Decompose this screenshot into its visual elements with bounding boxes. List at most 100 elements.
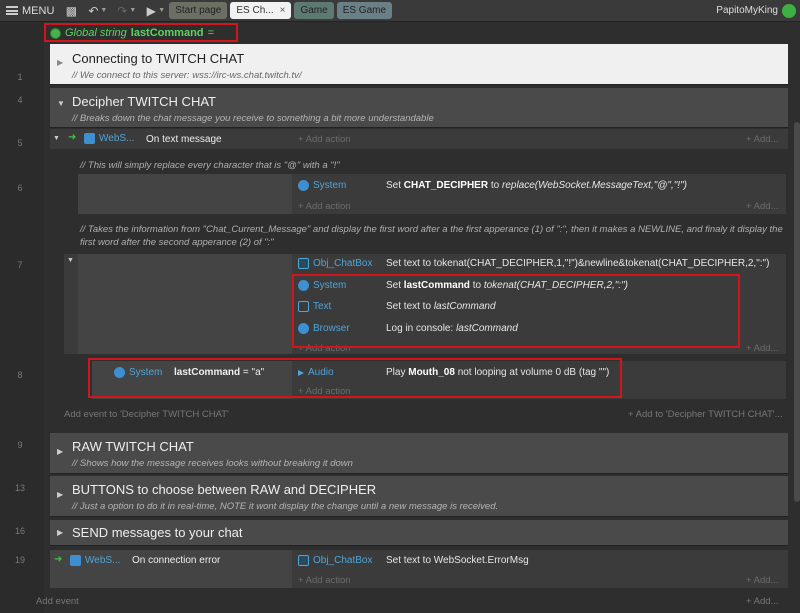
redo-dropdown-icon[interactable]: ▼: [129, 7, 136, 14]
system-icon: [298, 280, 309, 291]
tab-es-chat[interactable]: ES Ch... ×: [230, 2, 292, 19]
menu-label: MENU: [22, 4, 55, 17]
expand-arrow-icon[interactable]: ▶: [57, 490, 63, 499]
action-object[interactable]: System: [298, 180, 346, 191]
system-icon: [298, 180, 309, 191]
tab-label: Start page: [175, 5, 222, 16]
action-text[interactable]: Set CHAT_DECIPHER to replace(WebSocket.M…: [386, 180, 687, 191]
group-comment: // Breaks down the chat message you rece…: [72, 113, 434, 124]
global-var-prefix: Global string: [65, 27, 127, 39]
add-more-button[interactable]: + Add...: [746, 343, 779, 354]
event-comment[interactable]: // Takes the information from "Chat_Curr…: [80, 223, 786, 249]
object-name: System: [129, 367, 163, 378]
add-more-button[interactable]: + Add...: [746, 575, 779, 586]
group-decipher[interactable]: ▼ Decipher TWITCH CHAT // Breaks down th…: [50, 88, 788, 128]
add-action-button[interactable]: + Add action: [298, 386, 351, 397]
object-name: Browser: [313, 323, 350, 334]
vertical-scrollbar[interactable]: [794, 122, 800, 502]
condition-object[interactable]: WebS...: [70, 555, 120, 566]
play-dropdown-icon[interactable]: ▼: [158, 7, 165, 14]
undo-dropdown-icon[interactable]: ▼: [100, 7, 107, 14]
event-row-5[interactable]: ▼ ➜ WebS... On text message + Add action…: [50, 129, 788, 149]
action-object[interactable]: Browser: [298, 323, 350, 334]
event-sheet[interactable]: 1 4 5 6 7 8 9 13 16 19 Global string las…: [0, 22, 800, 613]
group-send[interactable]: ▶ SEND messages to your chat: [50, 520, 788, 546]
add-event-to-group-button[interactable]: Add event to 'Decipher TWITCH CHAT': [64, 409, 229, 420]
browser-icon: [298, 323, 309, 334]
action-object[interactable]: Audio: [298, 367, 334, 378]
chatbox-icon: [298, 555, 309, 566]
object-name: WebS...: [99, 133, 135, 144]
event-row-19[interactable]: ➜ WebS... On connection error Obj_ChatBo…: [50, 550, 788, 588]
group-raw[interactable]: ▶ RAW TWITCH CHAT // Shows how the messa…: [50, 433, 788, 474]
expand-arrow-icon[interactable]: ▶: [57, 528, 63, 537]
object-name: Audio: [308, 367, 334, 378]
action-text[interactable]: Set text to tokenat(CHAT_DECIPHER,1,"!")…: [386, 258, 769, 269]
expand-arrow-icon[interactable]: ▶: [57, 58, 63, 67]
line-number: 1: [17, 72, 23, 82]
line-number: 13: [14, 483, 25, 493]
action-object[interactable]: Obj_ChatBox: [298, 258, 372, 269]
expand-arrow-icon[interactable]: ▶: [57, 447, 63, 456]
condition-cell[interactable]: [78, 174, 292, 214]
action-text[interactable]: Set lastCommand to tokenat(CHAT_DECIPHER…: [386, 280, 628, 291]
line-number: 9: [17, 440, 23, 450]
tab-es-game[interactable]: ES Game: [336, 2, 393, 19]
save-icon[interactable]: ▩: [60, 0, 82, 22]
condition-object[interactable]: WebS...: [84, 133, 134, 144]
action-text[interactable]: Set text to lastCommand: [386, 301, 496, 312]
action-expression: lastCommand: [456, 323, 518, 334]
action-object[interactable]: System: [298, 280, 346, 291]
add-more-button[interactable]: + Add...: [746, 596, 779, 607]
tab-game[interactable]: Game: [294, 2, 334, 19]
tab-start-page[interactable]: Start page: [169, 2, 228, 19]
group-comment: // Just a option to do it in real-time, …: [72, 501, 499, 512]
group-buttons[interactable]: ▶ BUTTONS to choose between RAW and DECI…: [50, 476, 788, 517]
add-action-button[interactable]: + Add action: [298, 343, 351, 354]
action-expression: tokenat(CHAT_DECIPHER,2,":"): [483, 280, 629, 291]
collapse-arrow-icon[interactable]: ▼: [57, 99, 65, 108]
add-action-button[interactable]: + Add action: [298, 201, 351, 212]
add-more-button[interactable]: + Add...: [746, 201, 779, 212]
global-variable[interactable]: Global string lastCommand =: [44, 25, 220, 41]
condition-compare: = "a": [242, 367, 265, 378]
action-text[interactable]: Set text to WebSocket.ErrorMsg: [386, 555, 529, 566]
collapse-arrow-icon[interactable]: ▼: [53, 135, 60, 142]
condition-text[interactable]: On text message: [146, 134, 222, 145]
line-number: 5: [17, 138, 23, 148]
action-verb: Log in console:: [386, 323, 454, 334]
menu-button[interactable]: MENU: [0, 0, 60, 22]
condition-text[interactable]: lastCommand = "a": [174, 367, 264, 378]
event-row-6[interactable]: System Set CHAT_DECIPHER to replace(WebS…: [78, 174, 786, 214]
action-object[interactable]: Text: [298, 301, 331, 312]
group-title: BUTTONS to choose between RAW and DECIPH…: [72, 482, 377, 497]
event-row-8[interactable]: System lastCommand = "a" Audio Play Mout…: [92, 361, 786, 399]
group-connecting[interactable]: ▶ Connecting to TWITCH CHAT // We connec…: [50, 44, 788, 85]
line-number: 4: [17, 95, 23, 105]
action-expression: lastCommand: [433, 301, 496, 312]
condition-cell[interactable]: [78, 254, 292, 354]
event-comment[interactable]: // This will simply replace every charac…: [80, 159, 340, 172]
group-title: SEND messages to your chat: [72, 525, 243, 540]
action-text[interactable]: Play Mouth_08 not looping at volume 0 dB…: [386, 367, 609, 378]
add-action-button[interactable]: + Add action: [298, 134, 351, 145]
condition-text[interactable]: On connection error: [132, 555, 220, 566]
action-verb: Set: [386, 280, 402, 291]
line-number: 8: [17, 370, 23, 380]
action-variable: lastCommand: [403, 280, 470, 291]
line-number: 16: [14, 526, 25, 536]
add-more-button[interactable]: + Add...: [746, 134, 779, 145]
add-to-group-button[interactable]: + Add to 'Decipher TWITCH CHAT'...: [628, 409, 783, 420]
collapse-arrow-icon[interactable]: ▼: [67, 257, 74, 264]
action-object[interactable]: Obj_ChatBox: [298, 555, 372, 566]
event-row-7[interactable]: ▼ Obj_ChatBox Set text to tokenat(CHAT_D…: [64, 254, 786, 354]
add-action-button[interactable]: + Add action: [298, 575, 351, 586]
add-event-button[interactable]: Add event: [36, 596, 79, 607]
action-sound: Mouth_08: [408, 367, 455, 378]
close-tab-icon[interactable]: ×: [280, 5, 286, 16]
user-account[interactable]: PapitoMyKing: [716, 3, 800, 18]
action-text[interactable]: Log in console: lastCommand: [386, 323, 518, 334]
tab-label: Game: [300, 5, 328, 16]
condition-object[interactable]: System: [114, 367, 162, 378]
group-comment: // We connect to this server: wss://irc-…: [72, 70, 302, 81]
